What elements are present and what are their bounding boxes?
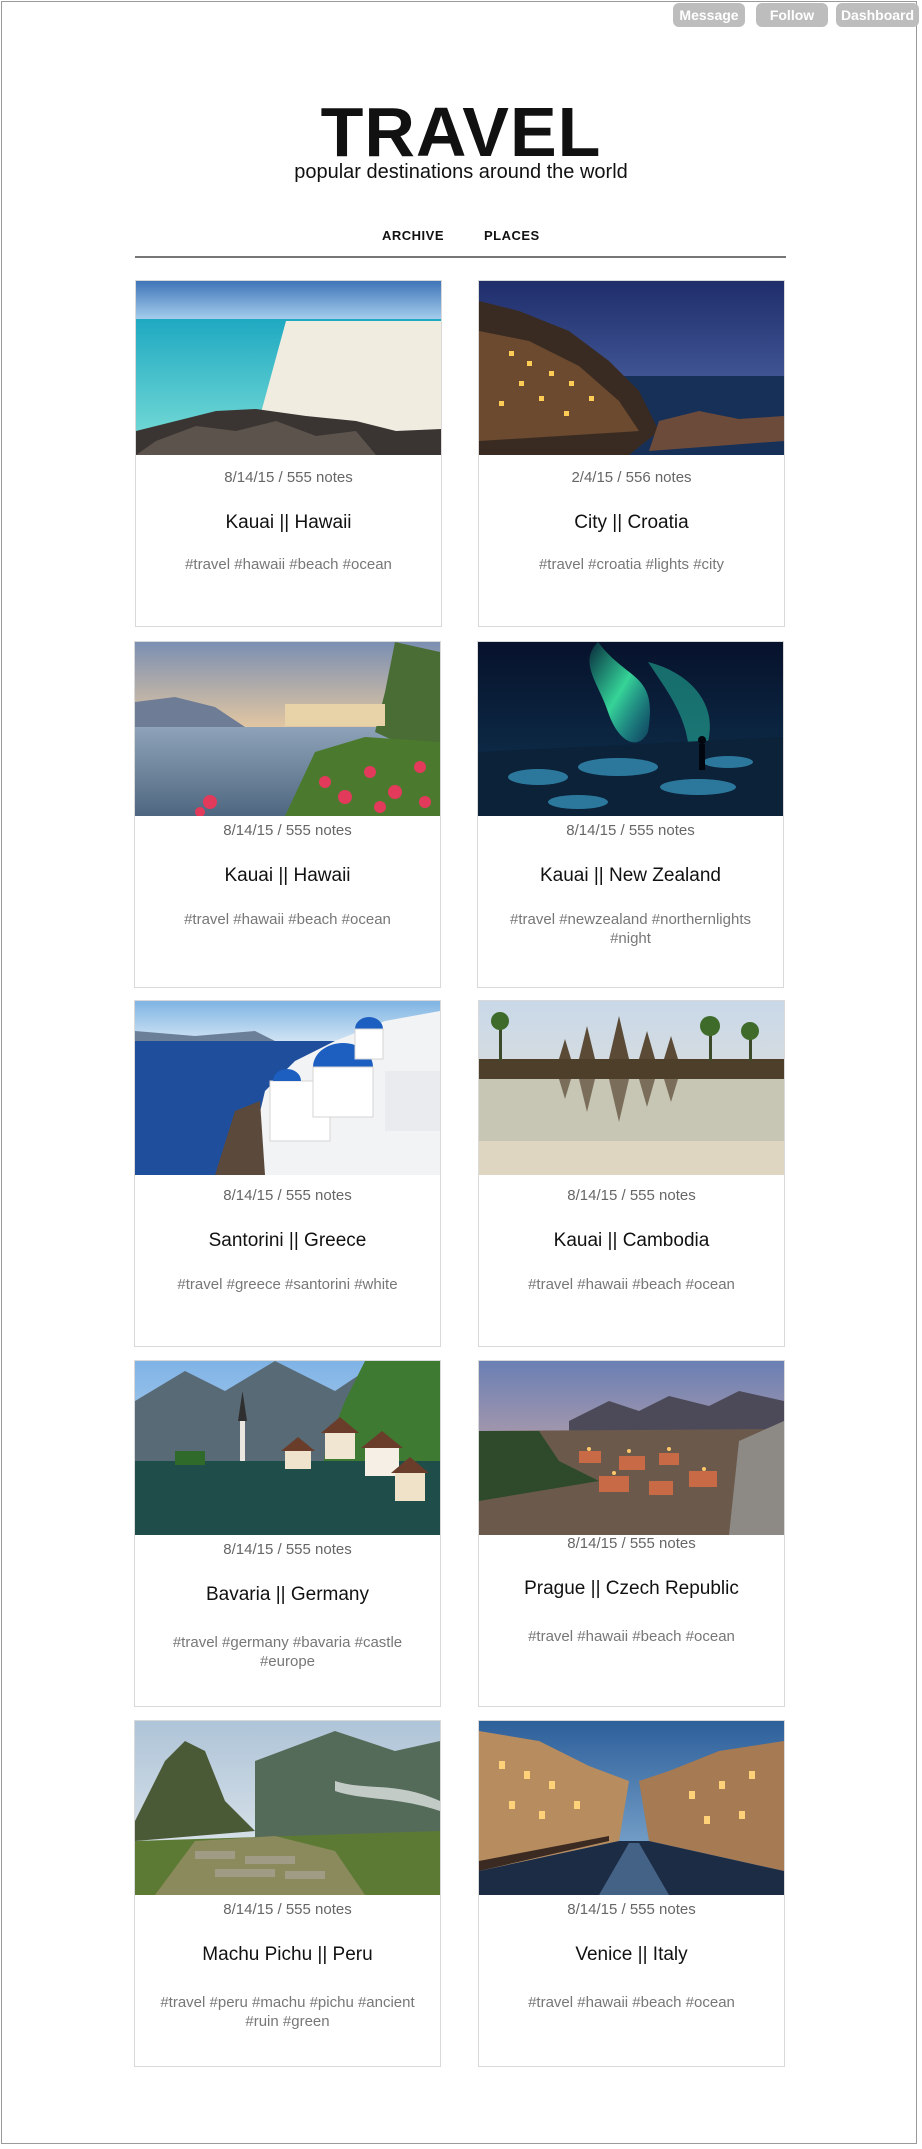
post-tags[interactable]: #travel #hawaii #beach #ocean <box>499 1275 764 1294</box>
lake-flowers-photo <box>135 642 440 816</box>
cliff-town-night-photo <box>479 281 784 455</box>
post-card[interactable]: 8/14/15 / 555 notes Bavaria || Germany #… <box>134 1360 441 1707</box>
post-place[interactable]: Venice || Italy <box>479 1944 784 1966</box>
post-meta: 8/14/15 / 555 notes <box>223 1541 352 1558</box>
post-tags[interactable]: #travel #germany #bavaria #castle #europ… <box>155 1633 420 1671</box>
post-card[interactable]: 8/14/15 / 555 notes Kauai || New Zealand… <box>477 641 784 988</box>
post-meta: 8/14/15 / 555 notes <box>223 1187 352 1204</box>
post-tags[interactable]: #travel #hawaii #beach #ocean <box>499 1627 764 1646</box>
post-card[interactable]: 8/14/15 / 555 notes Venice || Italy #tra… <box>478 1720 785 2067</box>
post-tags[interactable]: #travel #newzealand #northernlights #nig… <box>498 910 763 948</box>
post-meta: 8/14/15 / 555 notes <box>566 822 695 839</box>
post-meta: 2/4/15 / 556 notes <box>571 469 692 486</box>
post-tags[interactable]: #travel #hawaii #beach #ocean <box>155 910 420 929</box>
coastal-town-dusk-photo <box>479 1361 784 1535</box>
post-place[interactable]: Santorini || Greece <box>135 1230 440 1252</box>
follow-button[interactable]: Follow <box>756 3 828 27</box>
post-meta: 8/14/15 / 555 notes <box>224 469 353 486</box>
post-tags[interactable]: #travel #croatia #lights #city <box>499 555 764 574</box>
nav-archive-link[interactable]: ARCHIVE <box>382 228 444 243</box>
post-card[interactable]: 2/4/15 / 556 notes City || Croatia #trav… <box>478 280 785 627</box>
post-meta: 8/14/15 / 555 notes <box>567 1901 696 1918</box>
post-place[interactable]: City || Croatia <box>479 512 784 534</box>
post-card[interactable]: 8/14/15 / 555 notes Kauai || Hawaii #tra… <box>134 641 441 988</box>
post-meta: 8/14/15 / 555 notes <box>567 1535 696 1552</box>
post-card[interactable]: 8/14/15 / 555 notes Machu Pichu || Peru … <box>134 1720 441 2067</box>
beach-photo <box>136 281 441 455</box>
post-meta: 8/14/15 / 555 notes <box>567 1187 696 1204</box>
post-place[interactable]: Bavaria || Germany <box>135 1584 440 1606</box>
blog-subtitle: popular destinations around the world <box>294 161 628 183</box>
post-place[interactable]: Kauai || Cambodia <box>479 1230 784 1252</box>
nav-divider <box>135 256 786 258</box>
nav-places-link[interactable]: PLACES <box>484 228 540 243</box>
post-card[interactable]: 8/14/15 / 555 notes Prague || Czech Repu… <box>478 1360 785 1707</box>
post-tags[interactable]: #travel #hawaii #beach #ocean <box>156 555 421 574</box>
post-card[interactable]: 8/14/15 / 555 notes Kauai || Hawaii #tra… <box>135 280 442 627</box>
post-place[interactable]: Kauai || Hawaii <box>135 865 440 887</box>
post-place[interactable]: Kauai || New Zealand <box>478 865 783 887</box>
aurora-photo <box>478 642 783 816</box>
post-place[interactable]: Kauai || Hawaii <box>136 512 441 534</box>
message-button[interactable]: Message <box>673 3 745 27</box>
canal-night-photo <box>479 1721 784 1895</box>
temple-reflection-photo <box>479 1001 784 1175</box>
post-tags[interactable]: #travel #greece #santorini #white <box>155 1275 420 1294</box>
post-tags[interactable]: #travel #hawaii #beach #ocean <box>499 1993 764 2012</box>
machu-picchu-photo <box>135 1721 440 1895</box>
post-place[interactable]: Prague || Czech Republic <box>479 1578 784 1600</box>
post-card[interactable]: 8/14/15 / 555 notes Kauai || Cambodia #t… <box>478 1000 785 1347</box>
santorini-photo <box>135 1001 440 1175</box>
dashboard-button[interactable]: Dashboard <box>836 3 919 27</box>
post-meta: 8/14/15 / 555 notes <box>223 1901 352 1918</box>
alpine-village-photo <box>135 1361 440 1535</box>
post-tags[interactable]: #travel #peru #machu #pichu #ancient #ru… <box>155 1993 420 2031</box>
post-card[interactable]: 8/14/15 / 555 notes Santorini || Greece … <box>134 1000 441 1347</box>
post-place[interactable]: Machu Pichu || Peru <box>135 1944 440 1966</box>
post-meta: 8/14/15 / 555 notes <box>223 822 352 839</box>
